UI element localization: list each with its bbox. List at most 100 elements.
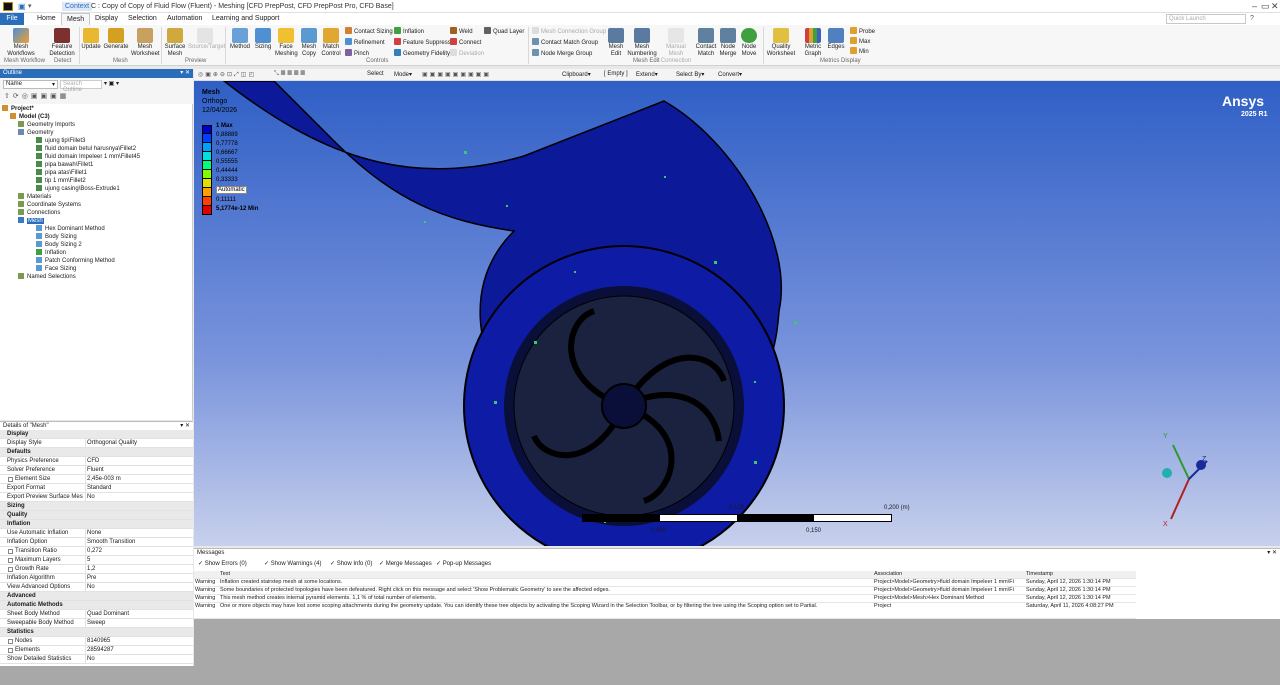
tab-home[interactable]: Home <box>32 13 61 25</box>
probe-button[interactable]: Probe <box>850 27 875 37</box>
property-value[interactable]: 5 <box>85 556 190 564</box>
connect-button[interactable]: Connect <box>450 38 481 48</box>
tree-node-named-selections[interactable]: Named Selections <box>18 273 76 281</box>
axis-triad[interactable] <box>1159 431 1219 531</box>
details-row[interactable]: Elements 28594287 <box>0 646 193 655</box>
details-row[interactable]: Show Detailed Statistics No <box>0 655 193 664</box>
node-merge-button[interactable]: Node Merge <box>718 28 738 58</box>
feature-detection-button[interactable]: Feature Detection <box>48 28 76 58</box>
tree-node-coordinate-systems[interactable]: Coordinate Systems <box>18 201 81 209</box>
details-row[interactable]: Sweepable Body Method Sweep <box>0 619 193 628</box>
show-errors-toggle[interactable]: ✓ Show Errors (0) <box>198 560 247 567</box>
show-warnings-toggle[interactable]: ✓ Show Warnings (4) <box>264 560 322 567</box>
surface-mesh-button[interactable]: Surface Mesh <box>163 28 187 58</box>
pin-icon[interactable]: ▾ ✕ <box>180 69 190 76</box>
outline-tools-icons[interactable]: ⇧⟳◎▣▣▣▦ <box>4 92 69 100</box>
max-button[interactable]: Max <box>850 37 870 47</box>
parameter-checkbox[interactable] <box>8 477 13 482</box>
legend-automatic-label[interactable]: Automatic <box>216 186 247 194</box>
method-button[interactable]: Method <box>229 28 251 51</box>
deviation-button[interactable]: Deviation <box>450 49 484 59</box>
outline-search-input[interactable]: Search Outline <box>60 80 102 93</box>
min-button[interactable]: Min <box>850 47 869 57</box>
section-defaults[interactable]: Defaults <box>0 448 193 457</box>
property-value[interactable]: Quad Dominant <box>85 610 190 618</box>
tree-node-mesh-control[interactable]: Hex Dominant Method <box>36 225 105 233</box>
details-row[interactable]: Export Format Standard <box>0 484 193 493</box>
details-row[interactable]: Solver Preference Fluent <box>0 466 193 475</box>
property-value[interactable]: Pre <box>85 574 190 582</box>
quick-launch-input[interactable]: Quick Launch <box>1166 14 1246 24</box>
mesh-edit-button[interactable]: Mesh Edit <box>605 28 627 58</box>
property-value[interactable]: No <box>85 493 190 501</box>
column-association[interactable]: Association <box>874 571 902 578</box>
tree-node-body[interactable]: ujung tip\Fillet3 <box>36 137 85 145</box>
property-value[interactable]: No <box>85 655 190 663</box>
details-row[interactable]: Physics Preference CFD <box>0 457 193 466</box>
popup-messages-toggle[interactable]: ✓ Pop-up Messages <box>436 560 491 567</box>
contact-match-button[interactable]: Contact Match <box>695 28 717 58</box>
property-value[interactable]: Smooth Transition <box>85 538 190 546</box>
selection-filter-icons[interactable]: ▣▣▣▣▣▣▣▣▣ <box>422 71 491 78</box>
mesh-copy-button[interactable]: Mesh Copy <box>299 28 319 58</box>
qat-dropdown-icon[interactable]: ▾ <box>28 2 32 10</box>
section-advanced[interactable]: Advanced <box>0 592 193 601</box>
tree-node-mesh-control[interactable]: Patch Conforming Method <box>36 257 115 265</box>
source-target-button[interactable]: Source/Target <box>188 28 225 51</box>
extend-button[interactable]: Extend▾ <box>636 71 658 78</box>
pin-icon[interactable]: ▾ ✕ <box>180 422 190 429</box>
mesh-numbering-button[interactable]: Mesh Numbering <box>627 28 657 58</box>
outline-filter-select[interactable]: Name ▾ <box>3 80 58 89</box>
mesh-workflows-button[interactable]: Mesh Workflows <box>3 28 39 58</box>
node-merge-group-button[interactable]: Node Merge Group <box>532 49 592 59</box>
mesh-geometry[interactable] <box>194 81 1280 546</box>
quality-worksheet-button[interactable]: Quality Worksheet <box>766 28 796 58</box>
parameter-checkbox[interactable] <box>8 567 13 572</box>
inflation-button[interactable]: Inflation <box>394 27 424 37</box>
tab-file[interactable]: File <box>0 13 24 25</box>
property-value[interactable]: Sweep <box>85 619 190 627</box>
details-row[interactable]: Inflation Option Smooth Transition <box>0 538 193 547</box>
details-row[interactable]: Sheet Body Method Quad Dominant <box>0 610 193 619</box>
tree-node-body[interactable]: tip 1 mm\Fillet2 <box>36 177 86 185</box>
tree-node-body[interactable]: fluid domain Impeleer 1 mm\Fillet45 <box>36 153 140 161</box>
manual-mesh-connection-button[interactable]: Manual Mesh Connection <box>658 28 694 65</box>
parameter-checkbox[interactable] <box>8 648 13 653</box>
property-value[interactable]: CFD <box>85 457 190 465</box>
select-button[interactable]: Select <box>367 71 384 77</box>
property-value[interactable]: None <box>85 529 190 537</box>
close-button[interactable]: ✕ <box>1271 1 1279 12</box>
show-info-toggle[interactable]: ✓ Show Info (0) <box>330 560 372 567</box>
tab-selection[interactable]: Selection <box>123 13 162 25</box>
node-move-button[interactable]: Node Move <box>739 28 759 58</box>
message-row[interactable]: Warning This mesh method creates interna… <box>194 595 1136 603</box>
maximize-button[interactable]: ▭ <box>1261 1 1270 12</box>
details-row[interactable]: Element Size 2,45e-003 m <box>0 475 193 484</box>
section-display[interactable]: Display <box>0 430 193 439</box>
details-row[interactable]: Transition Ratio 0,272 <box>0 547 193 556</box>
details-row[interactable]: Growth Rate 1,2 <box>0 565 193 574</box>
details-row[interactable]: Use Automatic Inflation None <box>0 529 193 538</box>
update-button[interactable]: Update <box>81 28 101 51</box>
refinement-button[interactable]: Refinement <box>345 38 385 48</box>
sizing-button[interactable]: Sizing <box>253 28 273 51</box>
mesh-connection-group-button[interactable]: Mesh Connection Group <box>532 27 606 37</box>
generate-button[interactable]: Generate <box>103 28 129 51</box>
tree-node-project[interactable]: Project* <box>2 105 34 113</box>
tree-node-materials[interactable]: Materials <box>18 193 51 201</box>
graphics-viewport[interactable]: Mesh Orthogo 12/04/2026 Ansys 2025 R1 1 … <box>194 81 1280 546</box>
tab-automation[interactable]: Automation <box>162 13 207 25</box>
match-control-button[interactable]: Match Control <box>320 28 342 58</box>
app-icon[interactable] <box>3 2 13 11</box>
section-statistics[interactable]: Statistics <box>0 628 193 637</box>
property-value[interactable]: 0,272 <box>85 547 190 555</box>
property-value[interactable]: Standard <box>85 484 190 492</box>
details-row[interactable]: Inflation Algorithm Pre <box>0 574 193 583</box>
section-quality[interactable]: Quality <box>0 511 193 520</box>
search-options-icon[interactable]: ▾ ▣ ▾ <box>104 80 119 87</box>
tree-node-body[interactable]: ujung casing\Boss-Extrude1 <box>36 185 120 193</box>
tree-node-mesh-control[interactable]: Inflation <box>36 249 66 257</box>
details-row[interactable]: Maximum Layers 5 <box>0 556 193 565</box>
message-row[interactable]: Warning Some boundaries of protected top… <box>194 587 1136 595</box>
tree-node-connections[interactable]: Connections <box>18 209 60 217</box>
